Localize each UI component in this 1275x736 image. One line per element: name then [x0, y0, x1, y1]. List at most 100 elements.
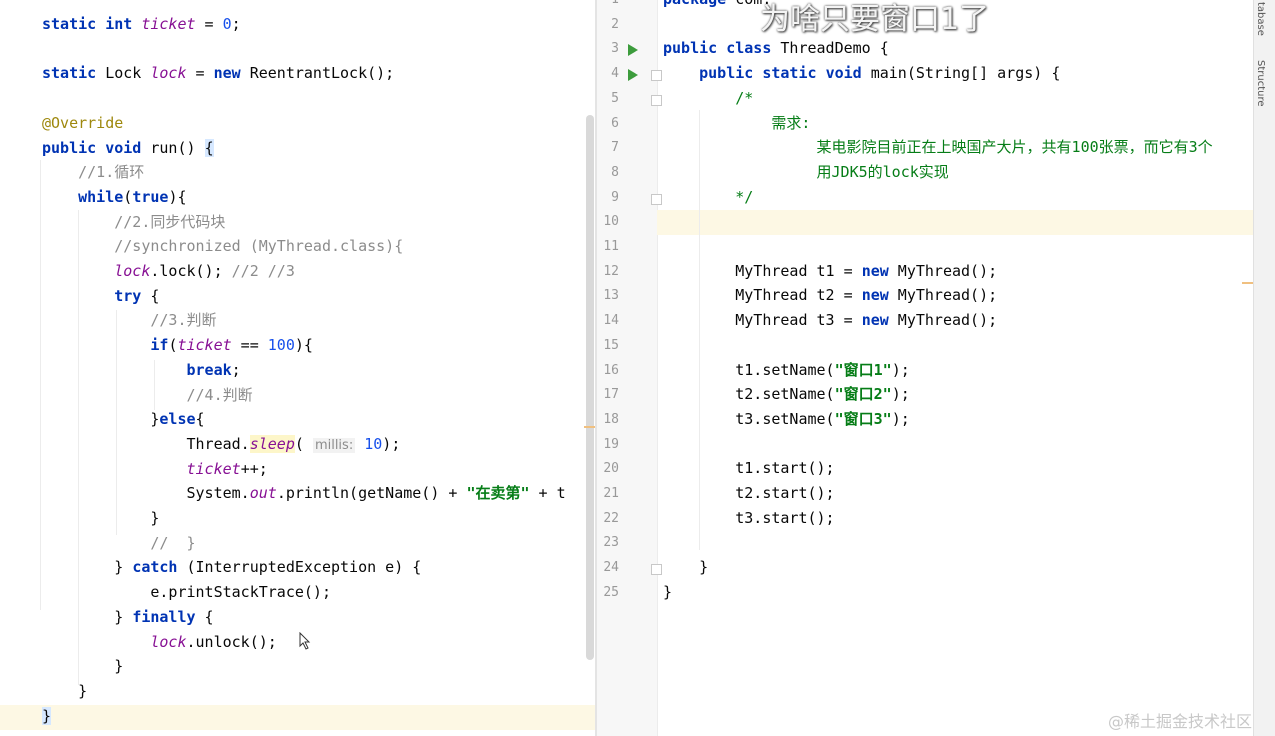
code-line[interactable]: } finally {: [42, 605, 596, 630]
left-editor-pane[interactable]: static int ticket = 0; static Lock lock =…: [0, 0, 596, 736]
code-line[interactable]: public static void main(String[] args) {: [663, 61, 1253, 86]
code-line[interactable]: @Override: [42, 111, 596, 136]
code-line[interactable]: lock.unlock();: [42, 630, 596, 655]
code-line[interactable]: break;: [42, 358, 596, 383]
code-line[interactable]: t1.start();: [663, 456, 1253, 481]
line-number: 19: [603, 436, 619, 452]
code-line[interactable]: public void run() {: [42, 136, 596, 161]
code-line[interactable]: MyThread t2 = new MyThread();: [663, 283, 1253, 308]
code-line[interactable]: [663, 333, 1253, 358]
code-line[interactable]: //3.判断: [42, 308, 596, 333]
code-token: }: [42, 706, 52, 725]
code-line[interactable]: }: [663, 580, 1253, 605]
code-token: t1.start();: [663, 459, 835, 478]
code-token: );: [382, 434, 401, 453]
code-token: while: [78, 187, 124, 206]
code-token: //4.判断: [186, 385, 253, 404]
code-line[interactable]: }: [42, 654, 596, 679]
code-line[interactable]: public class ThreadDemo {: [663, 36, 1253, 61]
code-line[interactable]: //4.判断: [42, 383, 596, 408]
code-line[interactable]: //2.同步代码块: [42, 210, 596, 235]
code-token: public: [663, 39, 718, 58]
run-class-icon[interactable]: [628, 44, 638, 56]
code-line[interactable]: t1.setName("窗口1");: [663, 358, 1253, 383]
code-line[interactable]: }else{: [42, 407, 596, 432]
code-line[interactable]: static Lock lock = new ReentrantLock();: [42, 61, 596, 86]
code-token: t2.setName(: [663, 385, 835, 404]
code-line[interactable]: while(true){: [42, 185, 596, 210]
code-line[interactable]: [663, 209, 1253, 234]
code-token: );: [891, 409, 910, 428]
code-token: void: [105, 138, 142, 157]
code-line[interactable]: ticket++;: [42, 457, 596, 482]
code-line[interactable]: t3.setName("窗口3");: [663, 407, 1253, 432]
code-token: }: [663, 582, 673, 601]
code-token: static: [42, 64, 97, 83]
code-line[interactable]: //1.循环: [42, 160, 596, 185]
structure-tab[interactable]: Structure: [1255, 60, 1266, 107]
code-line[interactable]: [663, 234, 1253, 259]
code-token: @Override: [42, 113, 124, 132]
fold-icon[interactable]: [651, 95, 662, 106]
code-token: System.: [42, 484, 250, 503]
code-line[interactable]: } catch (InterruptedException e) {: [42, 555, 596, 580]
code-line[interactable]: [663, 530, 1253, 555]
database-tab[interactable]: tabase: [1255, 2, 1266, 36]
code-line[interactable]: t3.start();: [663, 506, 1253, 531]
code-token: }: [42, 681, 88, 700]
code-token: ticket: [186, 459, 241, 478]
code-line[interactable]: // }: [42, 531, 596, 556]
code-line[interactable]: System.out.println(getName() + "在卖第" + t: [42, 481, 596, 506]
code-token: "窗口2": [834, 385, 892, 404]
code-line[interactable]: e.printStackTrace();: [42, 580, 596, 605]
code-line[interactable]: t2.setName("窗口2");: [663, 382, 1253, 407]
code-line[interactable]: t2.start();: [663, 481, 1253, 506]
line-number: 23: [603, 535, 619, 551]
code-line[interactable]: static int ticket = 0;: [42, 12, 596, 37]
code-line[interactable]: MyThread t1 = new MyThread();: [663, 259, 1253, 284]
code-line[interactable]: */: [663, 185, 1253, 210]
code-token: new: [213, 64, 241, 83]
line-number: 4: [611, 66, 619, 82]
line-number: 10: [603, 214, 619, 230]
video-subtitle: 为啥只要窗口1了: [760, 2, 990, 37]
code-token: }: [663, 558, 709, 577]
code-line[interactable]: /*: [663, 86, 1253, 111]
code-line[interactable]: 用JDK5的lock实现: [663, 160, 1253, 185]
code-token: (: [294, 434, 313, 453]
line-number: 2: [611, 16, 619, 32]
code-line[interactable]: Thread.sleep( millis: 10);: [42, 432, 596, 457]
right-editor-pane[interactable]: 1234567891011121314151617181920212223242…: [597, 0, 1253, 736]
fold-icon[interactable]: [651, 70, 662, 81]
code-line[interactable]: }: [42, 506, 596, 531]
code-line[interactable]: }: [42, 679, 596, 704]
fold-icon[interactable]: [651, 194, 662, 205]
code-line[interactable]: if(ticket == 100){: [42, 333, 596, 358]
line-number-gutter[interactable]: 1234567891011121314151617181920212223242…: [597, 0, 658, 736]
code-line[interactable]: 需求:: [663, 111, 1253, 136]
code-line[interactable]: [42, 37, 596, 62]
code-line[interactable]: [663, 432, 1253, 457]
run-main-icon[interactable]: [628, 69, 638, 81]
code-token: finally: [132, 607, 196, 626]
code-line[interactable]: MyThread t3 = new MyThread();: [663, 308, 1253, 333]
code-line[interactable]: }: [663, 555, 1253, 580]
code-line[interactable]: 某电影院目前正在上映国产大片，共有100张票，而它有3个: [663, 135, 1253, 160]
fold-icon[interactable]: [651, 564, 662, 575]
code-line[interactable]: lock.lock(); //2 //3: [42, 259, 596, 284]
code-token: }: [42, 607, 133, 626]
right-tool-strip[interactable]: [1253, 0, 1275, 736]
code-token: ReentrantLock();: [240, 64, 395, 83]
code-line[interactable]: }: [42, 704, 596, 729]
left-scrollbar[interactable]: [586, 115, 594, 660]
code-line[interactable]: [42, 86, 596, 111]
code-line[interactable]: //synchronized (MyThread.class){: [42, 234, 596, 259]
code-line[interactable]: try {: [42, 284, 596, 309]
